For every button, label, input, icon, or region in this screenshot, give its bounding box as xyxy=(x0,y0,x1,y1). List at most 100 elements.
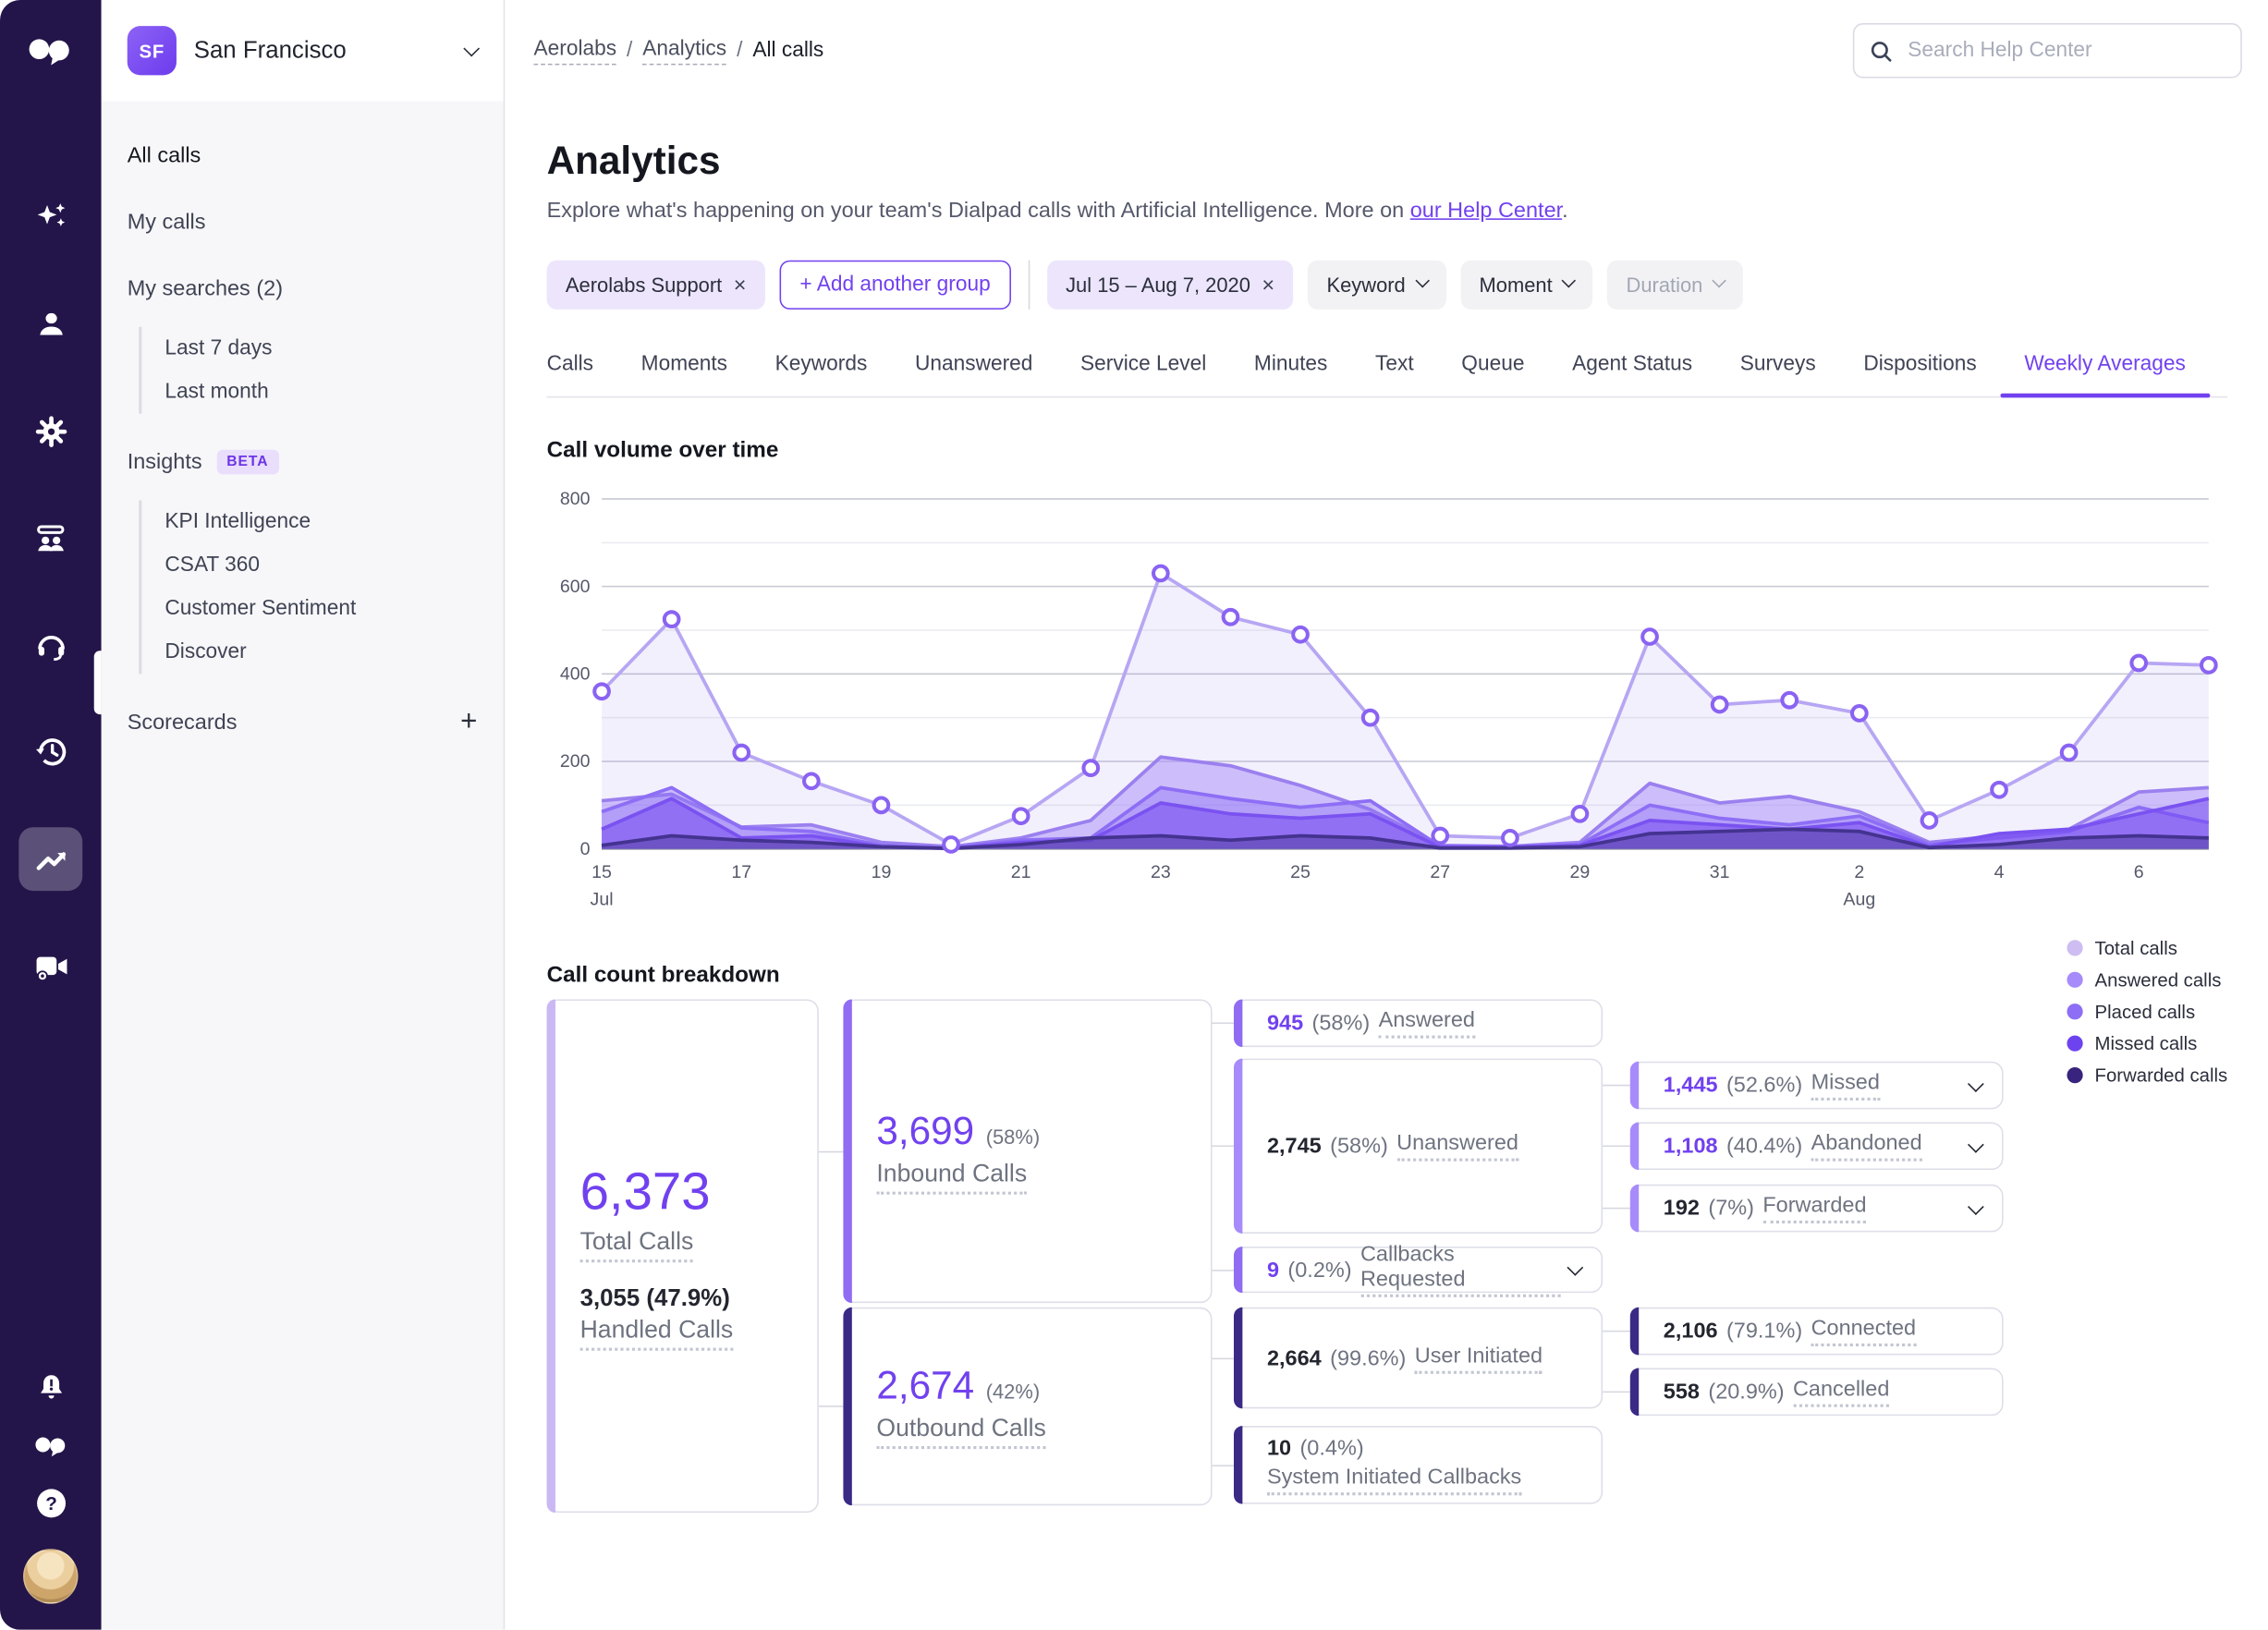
connector xyxy=(1212,1270,1234,1271)
tab-minutes[interactable]: Minutes xyxy=(1254,353,1327,396)
tab-keywords[interactable]: Keywords xyxy=(775,353,868,396)
chart-legend: Total calls Answered calls Placed calls Mis… xyxy=(2067,937,2227,1086)
connected-pct: (79.1%) xyxy=(1725,1319,1803,1344)
system-callbacks-label[interactable]: System Initiated Callbacks xyxy=(1266,1465,1522,1495)
svg-text:800: 800 xyxy=(560,489,591,509)
cancelled-label[interactable]: Cancelled xyxy=(1792,1377,1890,1407)
inbound-calls-card: 3,699 (58%) Inbound Calls xyxy=(843,999,1213,1304)
chevron-down-icon[interactable] xyxy=(1567,1257,1584,1283)
add-scorecard-button[interactable]: + xyxy=(460,707,477,736)
svg-text:21: 21 xyxy=(1011,862,1031,882)
card-accent xyxy=(1629,1122,1640,1171)
user-avatar[interactable] xyxy=(23,1549,79,1604)
tab-unanswered[interactable]: Unanswered xyxy=(915,353,1032,396)
dialpad-mini-icon[interactable] xyxy=(32,1431,68,1457)
search-input[interactable] xyxy=(1905,37,2226,64)
tab-agent-status[interactable]: Agent Status xyxy=(1572,353,1692,396)
callbacks-label[interactable]: Callbacks Requested xyxy=(1360,1242,1561,1297)
ai-sparkles-icon[interactable] xyxy=(18,185,82,249)
total-calls-label[interactable]: Total Calls xyxy=(579,1228,694,1263)
help-center-link[interactable]: our Help Center xyxy=(1410,198,1562,223)
callbacks-requested-card[interactable]: 9 (0.2%) Callbacks Requested xyxy=(1233,1242,1603,1297)
sidebar-subitem-last-month[interactable]: Last month xyxy=(141,371,503,414)
outbound-label[interactable]: Outbound Calls xyxy=(876,1415,1046,1450)
outbound-calls-card: 2,674 (42%) Outbound Calls xyxy=(843,1307,1213,1506)
sidebar-item-my-calls[interactable]: My calls xyxy=(102,188,504,254)
tab-calls[interactable]: Calls xyxy=(547,353,593,396)
sidebar-subitem-csat-360[interactable]: CSAT 360 xyxy=(141,543,503,587)
answered-label[interactable]: Answered xyxy=(1378,1008,1475,1039)
dialpad-logo-icon[interactable] xyxy=(26,31,75,67)
abandoned-label[interactable]: Abandoned xyxy=(1811,1131,1922,1162)
tab-surveys[interactable]: Surveys xyxy=(1740,353,1816,396)
connector xyxy=(1603,1391,1630,1393)
tab-service-level[interactable]: Service Level xyxy=(1080,353,1206,396)
connector xyxy=(1212,1465,1234,1466)
sidebar-subitem-last-7-days[interactable]: Last 7 days xyxy=(141,327,503,371)
connector xyxy=(1603,1330,1630,1332)
connected-label[interactable]: Connected xyxy=(1811,1316,1917,1347)
coaching-teams-icon[interactable] xyxy=(18,506,82,570)
tab-weekly-averages[interactable]: Weekly Averages xyxy=(1999,353,2210,398)
card-accent xyxy=(843,999,852,1304)
duration-filter-dropdown[interactable]: Duration xyxy=(1607,260,1744,310)
unanswered-label[interactable]: Unanswered xyxy=(1396,1131,1518,1162)
connector xyxy=(818,1405,844,1407)
help-icon[interactable]: ? xyxy=(34,1487,67,1520)
forwarded-pct: (7%) xyxy=(1708,1196,1754,1221)
contacts-icon[interactable] xyxy=(18,292,82,356)
sidebar-item-all-calls[interactable]: All calls xyxy=(102,121,504,188)
sidebar-item-insights[interactable]: Insights BETA xyxy=(102,428,504,494)
sidebar-subitem-kpi-intelligence[interactable]: KPI Intelligence xyxy=(141,501,503,544)
system-callbacks-value: 10 xyxy=(1266,1435,1292,1460)
sidebar-subitem-customer-sentiment[interactable]: Customer Sentiment xyxy=(141,587,503,630)
tab-text[interactable]: Text xyxy=(1375,353,1414,396)
missed-label[interactable]: Missed xyxy=(1811,1070,1880,1101)
chevron-down-icon xyxy=(1561,274,1577,288)
abandoned-value: 1,108 xyxy=(1663,1133,1718,1159)
abandoned-card[interactable]: 1,108 (40.4%) Abandoned xyxy=(1629,1122,2004,1171)
notifications-bell-icon[interactable] xyxy=(35,1372,66,1403)
tab-queue[interactable]: Queue xyxy=(1461,353,1524,396)
forwarded-label[interactable]: Forwarded xyxy=(1762,1193,1867,1224)
sidebar-subitem-discover[interactable]: Discover xyxy=(141,630,503,674)
chevron-down-icon[interactable] xyxy=(1968,1072,1984,1098)
svg-text:Aug: Aug xyxy=(1843,890,1875,910)
handled-calls-label[interactable]: Handled Calls xyxy=(579,1316,734,1351)
keyword-filter-dropdown[interactable]: Keyword xyxy=(1308,260,1446,310)
help-search-box[interactable] xyxy=(1852,23,2242,79)
date-range-chip[interactable]: Jul 15 – Aug 7, 2020 × xyxy=(1046,260,1294,310)
history-icon[interactable] xyxy=(18,720,82,784)
active-rail-indicator xyxy=(93,651,102,715)
settings-gear-icon[interactable] xyxy=(18,399,82,463)
inbound-label[interactable]: Inbound Calls xyxy=(876,1159,1028,1194)
keyword-filter-label: Keyword xyxy=(1326,273,1406,297)
video-meetings-icon[interactable] xyxy=(18,934,82,998)
forwarded-card[interactable]: 192 (7%) Forwarded xyxy=(1629,1184,2004,1233)
unanswered-pct: (58%) xyxy=(1330,1133,1388,1159)
abandoned-pct: (40.4%) xyxy=(1725,1133,1803,1159)
group-filter-chip[interactable]: Aerolabs Support × xyxy=(546,260,765,310)
group-filter-label: Aerolabs Support xyxy=(565,273,723,297)
card-accent xyxy=(1233,999,1243,1048)
breadcrumb-analytics[interactable]: Analytics xyxy=(642,37,727,65)
tab-dispositions[interactable]: Dispositions xyxy=(1863,353,1976,396)
sidebar-item-my-searches-2[interactable]: My searches (2) xyxy=(102,254,504,321)
chart-canvas: 0 200 400 600 800 15 Jul 17 19 21 23 25 27 29 31 2 Aug 4 6 xyxy=(560,489,2218,910)
tab-moments[interactable]: Moments xyxy=(641,353,727,396)
analytics-trending-icon[interactable] xyxy=(18,827,83,892)
breadcrumb-aerolabs[interactable]: Aerolabs xyxy=(533,37,617,65)
remove-group-filter-icon[interactable]: × xyxy=(734,274,747,296)
remove-date-filter-icon[interactable]: × xyxy=(1262,274,1274,296)
chevron-down-icon[interactable] xyxy=(1968,1133,1984,1159)
connected-card: 2,106 (79.1%) Connected xyxy=(1629,1307,2004,1356)
moment-filter-dropdown[interactable]: Moment xyxy=(1460,260,1593,310)
chevron-down-icon[interactable] xyxy=(1968,1196,1984,1222)
user-initiated-pct: (99.6%) xyxy=(1330,1345,1407,1370)
sidebar-item-scorecards[interactable]: Scorecards + xyxy=(102,688,504,755)
add-group-button[interactable]: + Add another group xyxy=(779,260,1011,310)
support-headset-icon[interactable] xyxy=(18,614,82,677)
missed-card[interactable]: 1,445 (52.6%) Missed xyxy=(1629,1061,2004,1110)
workspace-switcher[interactable]: SF San Francisco xyxy=(101,0,504,102)
user-initiated-label[interactable]: User Initiated xyxy=(1414,1343,1543,1374)
